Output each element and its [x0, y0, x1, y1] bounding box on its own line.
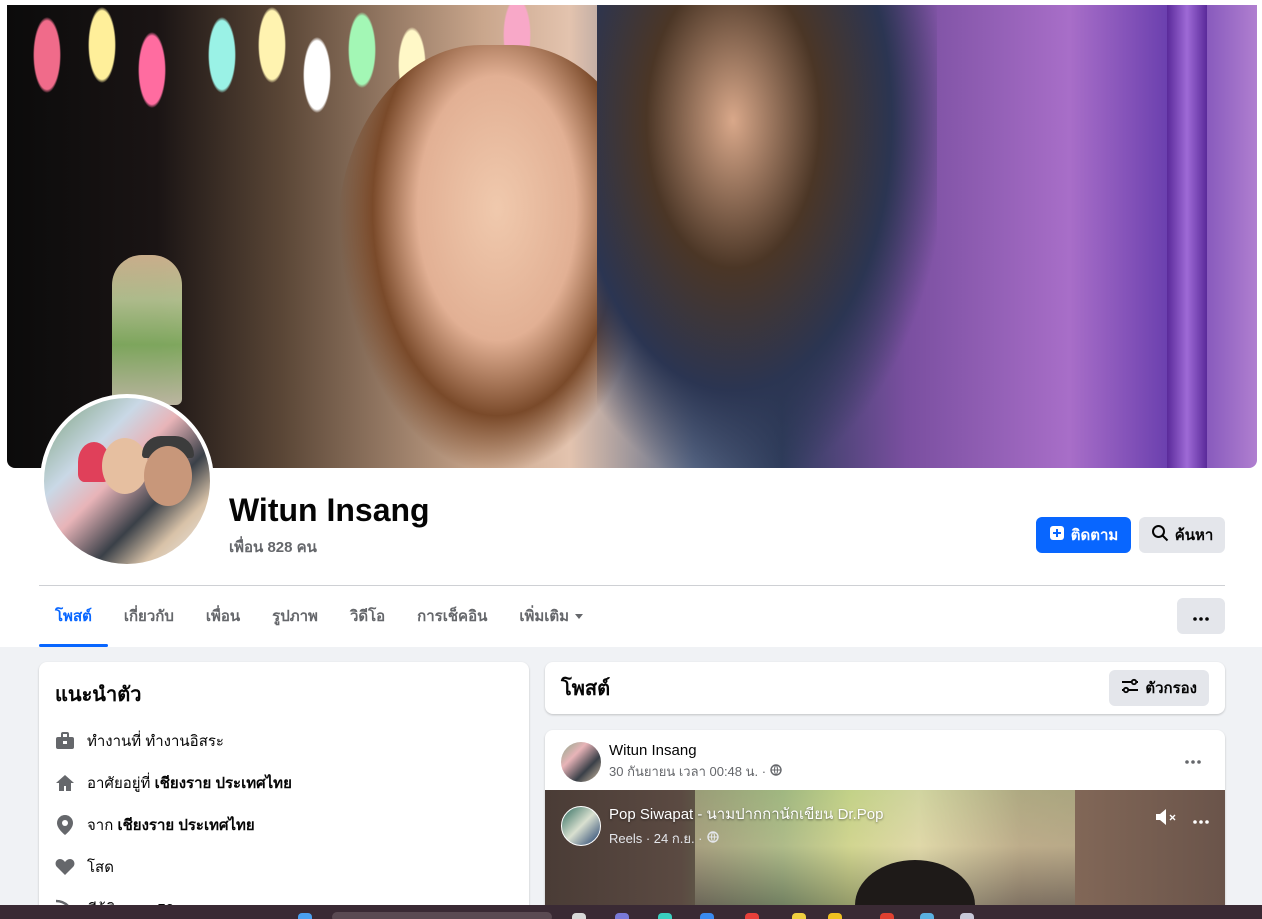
reel-author-name[interactable]: Pop Siwapat - นามปากกานักเขียน Dr.Pop — [609, 802, 883, 826]
profile-avatar[interactable] — [40, 394, 214, 568]
tab-friends[interactable]: เพื่อน — [190, 593, 256, 639]
taskbar-app-icon[interactable] — [920, 913, 934, 919]
tab-label: โพสต์ — [55, 608, 92, 625]
filter-button[interactable]: ตัวกรอง — [1109, 670, 1209, 706]
reel-meta-text: Reels · 24 ก.ย. · — [609, 831, 703, 846]
reel-author-info: Pop Siwapat - นามปากกานักเขียน Dr.Pop Re… — [609, 802, 883, 849]
more-dots-icon — [1185, 751, 1201, 769]
intro-from-value[interactable]: เชียงราย ประเทศไทย — [117, 817, 254, 834]
intro-lives: อาศัยอยู่ที่ เชียงราย ประเทศไทย — [55, 762, 513, 804]
intro-card: แนะนำตัว ทำงานที่ ทำงานอิสระ อาศัยอยู่ที… — [39, 662, 529, 919]
intro-title: แนะนำตัว — [55, 684, 142, 706]
intro-lives-prefix: อาศัยอยู่ที่ — [87, 775, 151, 792]
tab-posts[interactable]: โพสต์ — [39, 593, 108, 647]
tab-label: เกี่ยวกับ — [123, 608, 174, 625]
follow-icon — [1049, 525, 1065, 545]
chevron-down-icon — [575, 613, 584, 619]
filter-label: ตัวกรอง — [1145, 680, 1197, 697]
home-icon — [55, 773, 75, 793]
intro-lives-value[interactable]: เชียงราย ประเทศไทย — [155, 775, 292, 792]
reel-more-icon[interactable] — [1193, 811, 1209, 829]
post-author-info: Witun Insang 30 กันยายน เวลา 00:48 น. · — [609, 742, 782, 782]
cover-photo[interactable] — [7, 5, 1257, 468]
more-options-button[interactable] — [1177, 598, 1225, 634]
filter-icon — [1121, 678, 1139, 698]
tab-label: วิดีโอ — [349, 608, 386, 625]
reel-meta: Reels · 24 ก.ย. · — [609, 828, 883, 849]
tab-videos[interactable]: วิดีโอ — [334, 593, 401, 639]
profile-name: Witun Insang — [229, 492, 430, 528]
reel-header: Pop Siwapat - นามปากกานักเขียน Dr.Pop Re… — [561, 802, 883, 849]
intro-from-text: จาก เชียงราย ประเทศไทย — [87, 813, 255, 837]
taskbar-app-icon[interactable] — [880, 913, 894, 919]
avatar-detail — [144, 446, 192, 506]
post-header: Witun Insang 30 กันยายน เวลา 00:48 น. · — [561, 742, 782, 782]
intro-work-value: ทำงานอิสระ — [145, 733, 224, 750]
taskbar-app-icon[interactable] — [792, 913, 806, 919]
taskbar-app-icon[interactable] — [828, 913, 842, 919]
more-dots-icon — [1193, 608, 1209, 625]
posts-header-card: โพสต์ ตัวกรอง — [545, 662, 1225, 714]
os-taskbar — [0, 905, 1262, 919]
taskbar-app-icon[interactable] — [572, 913, 586, 919]
cover-figure-child-2 — [597, 5, 937, 468]
taskbar-app-icon[interactable] — [615, 913, 629, 919]
intro-relationship-text: โสด — [87, 859, 114, 876]
taskbar-search[interactable] — [332, 912, 552, 919]
friends-count[interactable]: เพื่อน 828 คน — [229, 535, 317, 559]
follow-button[interactable]: ติดตาม — [1036, 517, 1131, 553]
cover-pillar — [1167, 5, 1207, 468]
intro-from: จาก เชียงราย ประเทศไทย — [55, 804, 513, 846]
globe-icon — [706, 831, 719, 846]
globe-icon — [770, 764, 782, 779]
reel-controls — [1155, 808, 1209, 831]
avatar-detail — [102, 438, 148, 494]
post-author-avatar[interactable] — [561, 742, 601, 782]
reel-author-avatar[interactable] — [561, 805, 601, 846]
intro-relationship: โสด — [55, 846, 513, 888]
windows-start-icon[interactable] — [298, 913, 312, 919]
intro-work-prefix: ทำงานที่ — [87, 733, 142, 750]
taskbar-app-icon[interactable] — [700, 913, 714, 919]
mute-icon[interactable] — [1155, 808, 1177, 831]
cover-figure-boy — [112, 255, 182, 405]
follow-label: ติดตาม — [1070, 527, 1119, 544]
header-divider — [39, 585, 1225, 586]
taskbar-app-icon[interactable] — [960, 913, 974, 919]
post-more-button[interactable] — [1179, 748, 1207, 772]
taskbar-app-icon[interactable] — [745, 913, 759, 919]
tab-label: เพิ่มเติม — [519, 608, 570, 625]
briefcase-icon — [55, 731, 75, 751]
post-card: Witun Insang 30 กันยายน เวลา 00:48 น. · … — [545, 730, 1225, 919]
location-pin-icon — [55, 815, 75, 835]
intro-from-prefix: จาก — [87, 817, 114, 834]
search-icon — [1151, 524, 1169, 546]
search-label: ค้นหา — [1174, 527, 1214, 544]
tab-about[interactable]: เกี่ยวกับ — [108, 593, 190, 639]
intro-work-text: ทำงานที่ ทำงานอิสระ — [87, 729, 224, 753]
intro-work: ทำงานที่ ทำงานอิสระ — [55, 720, 513, 762]
intro-lives-text: อาศัยอยู่ที่ เชียงราย ประเทศไทย — [87, 771, 292, 795]
post-time[interactable]: 30 กันยายน เวลา 00:48 น. · — [609, 761, 766, 782]
tab-label: เพื่อน — [205, 608, 241, 625]
post-author-name[interactable]: Witun Insang — [609, 742, 782, 759]
tab-photos[interactable]: รูปภาพ — [256, 593, 334, 639]
taskbar-app-icon[interactable] — [658, 913, 672, 919]
profile-tabs: โพสต์ เกี่ยวกับ เพื่อน รูปภาพ วิดีโอ การ… — [39, 593, 599, 647]
search-button[interactable]: ค้นหา — [1139, 517, 1225, 553]
heart-icon — [55, 857, 75, 877]
tab-label: การเช็คอิน — [417, 608, 488, 625]
posts-title: โพสต์ — [561, 678, 611, 700]
post-meta: 30 กันยายน เวลา 00:48 น. · — [609, 761, 782, 782]
tab-more[interactable]: เพิ่มเติม — [503, 593, 599, 639]
tab-checkins[interactable]: การเช็คอิน — [401, 593, 503, 639]
tab-label: รูปภาพ — [272, 608, 318, 625]
shared-reel[interactable]: Pop Siwapat - นามปากกานักเขียน Dr.Pop Re… — [545, 790, 1225, 919]
